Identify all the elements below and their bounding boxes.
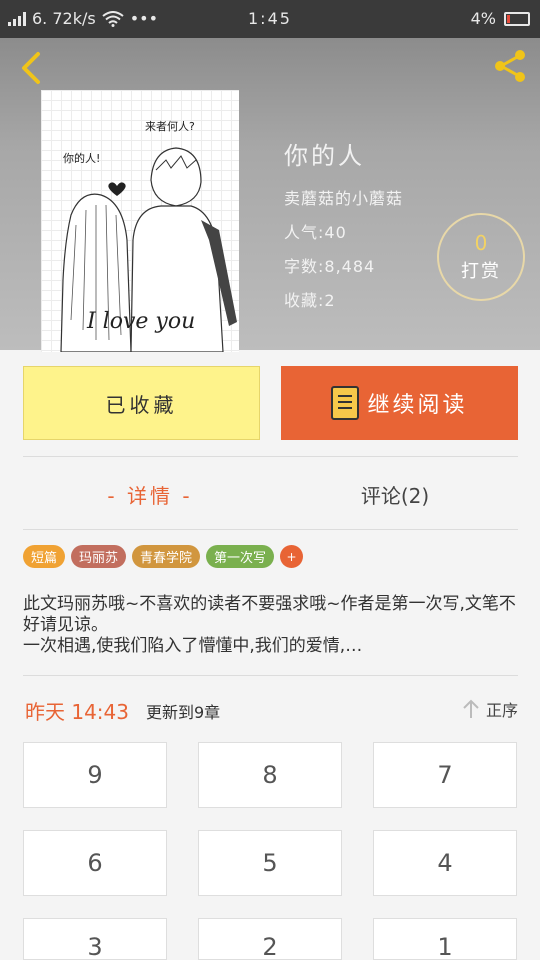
book-word-count: 字数:8,484 xyxy=(284,257,376,276)
share-button[interactable] xyxy=(490,46,530,86)
divider xyxy=(23,675,518,676)
chapter-button[interactable]: 4 xyxy=(373,830,517,896)
status-bar: 6. 72k/s ••• 1:45 4% xyxy=(0,0,540,38)
cover-caption-top: 来者何人? xyxy=(145,120,195,133)
collected-button[interactable]: 已收藏 xyxy=(23,366,260,440)
tab-details[interactable]: - 详情 - xyxy=(100,480,200,509)
more-indicator: ••• xyxy=(129,9,159,28)
chevron-left-icon xyxy=(22,52,40,84)
battery-percent: 4% xyxy=(470,9,496,28)
update-time: 昨天 14:43 xyxy=(25,700,129,724)
divider xyxy=(23,529,518,530)
tip-label: 打赏 xyxy=(461,261,501,282)
book-popularity: 人气:40 xyxy=(284,223,347,242)
tag-item[interactable]: 第一次写 xyxy=(206,545,275,568)
chapter-button[interactable]: 9 xyxy=(23,742,167,808)
sort-label: 正序 xyxy=(485,701,518,720)
chapter-button[interactable]: 5 xyxy=(198,830,342,896)
tag-list: 短篇 玛丽苏 青春学院 第一次写 + xyxy=(23,545,304,568)
cover-caption-left: 你的人! xyxy=(63,151,100,165)
chapter-button[interactable]: 2 xyxy=(198,918,342,960)
book-info: 你的人 卖蘑菇的小蘑菇 人气:40 字数:8,484 收藏:2 xyxy=(284,136,403,321)
continue-reading-button[interactable]: 继续阅读 xyxy=(281,366,518,440)
cover-illustration: 来者何人? 你的人! I love you xyxy=(60,120,237,352)
chapter-button[interactable]: 7 xyxy=(373,742,517,808)
back-button[interactable] xyxy=(12,46,52,86)
collected-label: 已收藏 xyxy=(105,392,178,417)
signal-icon xyxy=(8,11,26,26)
tip-button[interactable]: 0 打赏 xyxy=(437,213,525,301)
book-author[interactable]: 卖蘑菇的小蘑菇 xyxy=(284,185,403,209)
book-favorites: 收藏:2 xyxy=(284,291,336,310)
tag-item[interactable]: 短篇 xyxy=(23,545,66,568)
arrow-up-icon xyxy=(463,699,479,718)
book-icon xyxy=(331,386,360,420)
tab-comments[interactable]: 评论(2) xyxy=(350,480,440,509)
book-title: 你的人 xyxy=(284,142,365,170)
network-speed: 6. 72k/s xyxy=(32,9,96,28)
sort-button[interactable]: 正序 xyxy=(462,697,518,721)
book-header: 来者何人? 你的人! I love you 你的人 卖蘑菇的小蘑菇 人气:40 … xyxy=(0,38,540,352)
cover-signature: I love you xyxy=(86,309,195,334)
clock: 1:45 xyxy=(248,9,292,28)
book-description[interactable]: 此文玛丽苏哦~不喜欢的读者不要强求哦~作者是第一次写,文笔不好请见谅。 一次相遇… xyxy=(23,594,518,660)
tag-item[interactable]: 青春学院 xyxy=(132,545,201,568)
share-icon xyxy=(495,50,525,82)
add-tag-button[interactable]: + xyxy=(280,545,304,568)
update-text: 更新到9章 xyxy=(146,703,221,722)
book-cover[interactable]: 来者何人? 你的人! I love you xyxy=(41,90,239,352)
chapter-button[interactable]: 8 xyxy=(198,742,342,808)
tag-item[interactable]: 玛丽苏 xyxy=(71,545,127,568)
battery-icon xyxy=(504,11,530,26)
wifi-icon xyxy=(102,10,124,27)
tip-count: 0 xyxy=(474,231,488,255)
continue-reading-label: 继续阅读 xyxy=(367,393,468,418)
chapter-button[interactable]: 3 xyxy=(23,918,167,960)
divider xyxy=(23,456,518,457)
chapter-button[interactable]: 6 xyxy=(23,830,167,896)
chapter-button[interactable]: 1 xyxy=(373,918,517,960)
